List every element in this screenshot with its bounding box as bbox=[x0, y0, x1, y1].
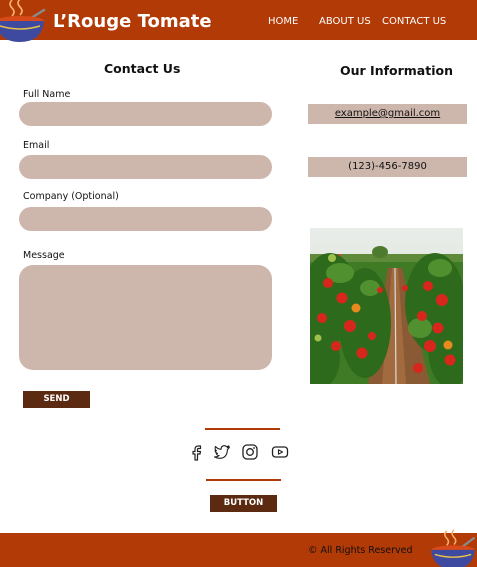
email-label: Email bbox=[23, 140, 50, 151]
full-name-input[interactable] bbox=[19, 102, 272, 126]
copyright-text: © All Rights Reserved bbox=[308, 545, 413, 556]
site-header: L’Rouge Tomate HOME ABOUT US CONTACT US bbox=[0, 0, 477, 42]
company-input[interactable] bbox=[19, 207, 272, 231]
youtube-icon[interactable] bbox=[271, 443, 289, 461]
company-label: Company (Optional) bbox=[23, 191, 119, 202]
soup-bowl-logo-icon[interactable] bbox=[0, 0, 48, 42]
send-button[interactable]: SEND bbox=[23, 391, 90, 408]
brand-name[interactable]: L’Rouge Tomate bbox=[53, 11, 212, 33]
nav-home[interactable]: HOME bbox=[268, 15, 298, 28]
phone-info-box: (123)-456-7890 bbox=[308, 157, 467, 177]
email-info-box: example@gmail.com bbox=[308, 104, 467, 124]
soup-bowl-footer-icon bbox=[431, 529, 476, 567]
facebook-icon[interactable] bbox=[188, 443, 206, 461]
contact-title: Contact Us bbox=[104, 61, 181, 76]
site-footer: © All Rights Reserved bbox=[0, 529, 477, 567]
nav-contact-us[interactable]: CONTACT US bbox=[382, 15, 446, 28]
email-input[interactable] bbox=[19, 155, 272, 179]
message-label: Message bbox=[23, 250, 65, 261]
tomato-field-photo bbox=[310, 228, 463, 384]
nav-about-us[interactable]: ABOUT US bbox=[319, 15, 371, 28]
divider-top bbox=[205, 428, 280, 430]
instagram-icon[interactable] bbox=[241, 443, 259, 461]
full-name-label: Full Name bbox=[23, 89, 71, 100]
message-textarea[interactable] bbox=[19, 265, 272, 370]
generic-button[interactable]: BUTTON bbox=[210, 495, 277, 512]
email-link[interactable]: example@gmail.com bbox=[335, 108, 440, 119]
info-title: Our Information bbox=[340, 63, 453, 78]
phone-number: (123)-456-7890 bbox=[348, 161, 427, 172]
twitter-icon[interactable] bbox=[213, 443, 231, 461]
divider-bottom bbox=[206, 479, 281, 481]
